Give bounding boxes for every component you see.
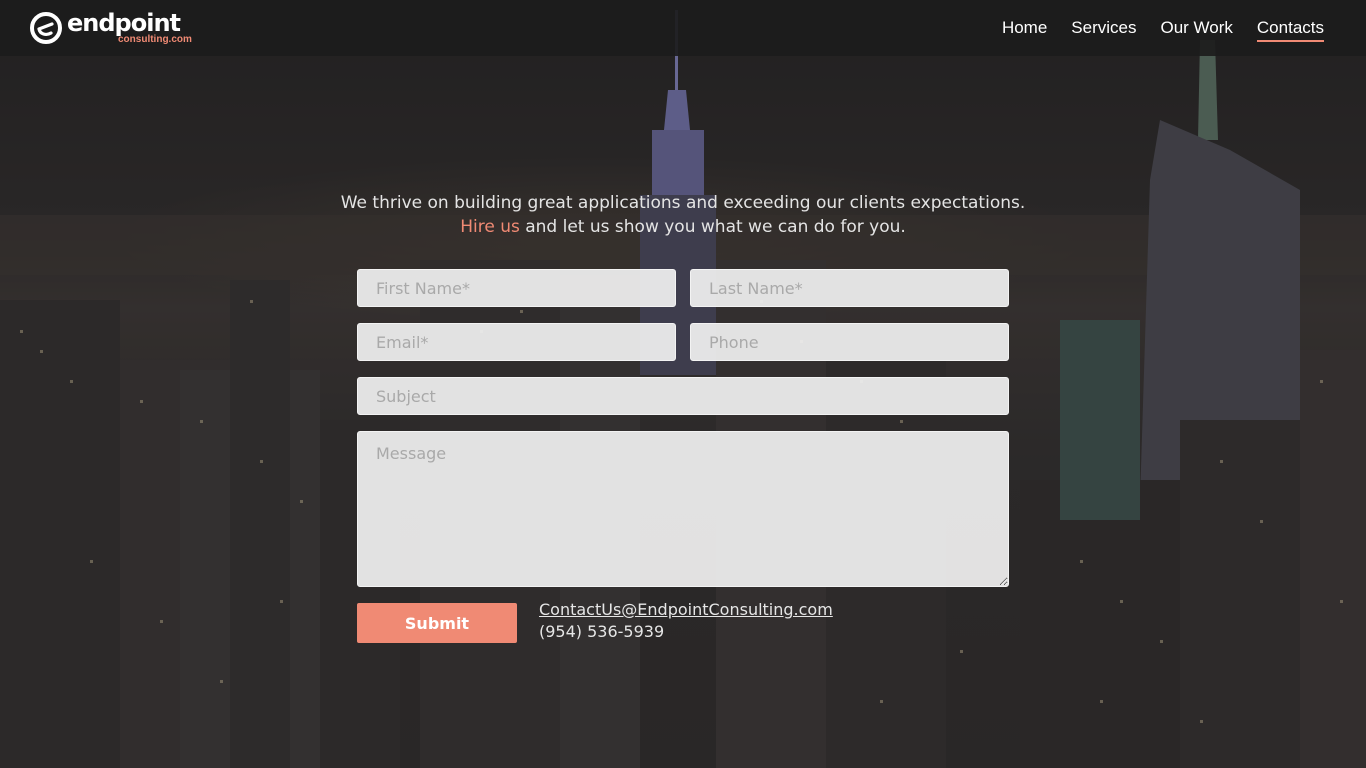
last-name-input[interactable]	[690, 269, 1009, 307]
nav-our-work[interactable]: Our Work	[1160, 18, 1232, 42]
intro-line-1: We thrive on building great applications…	[340, 193, 1026, 213]
first-name-input[interactable]	[357, 269, 676, 307]
hire-us-link[interactable]: Hire us	[460, 217, 520, 237]
logo-subtitle: consulting.com	[118, 34, 192, 45]
nav-contacts[interactable]: Contacts	[1256, 18, 1324, 42]
logo-wordmark: endpoint	[67, 9, 181, 37]
intro-line-2: and let us show you what we can do for y…	[519, 217, 906, 237]
nav-services[interactable]: Services	[1071, 18, 1136, 42]
main-nav: Home Services Our Work Contacts	[1002, 18, 1324, 42]
nav-home[interactable]: Home	[1002, 18, 1047, 42]
subject-input[interactable]	[357, 377, 1009, 415]
site-header: endpoint consulting.com Home Services Ou…	[0, 0, 1366, 56]
submit-button[interactable]: Submit	[357, 603, 517, 643]
contact-phone: (954) 536-5939	[539, 622, 665, 641]
e-logo-icon	[30, 12, 62, 44]
message-textarea[interactable]	[357, 431, 1009, 587]
email-input[interactable]	[357, 323, 676, 361]
intro-text: We thrive on building great applications…	[283, 191, 1083, 239]
phone-input[interactable]	[690, 323, 1009, 361]
contact-email-link[interactable]: ContactUs@EndpointConsulting.com	[539, 600, 833, 619]
logo[interactable]: endpoint consulting.com	[30, 9, 200, 46]
